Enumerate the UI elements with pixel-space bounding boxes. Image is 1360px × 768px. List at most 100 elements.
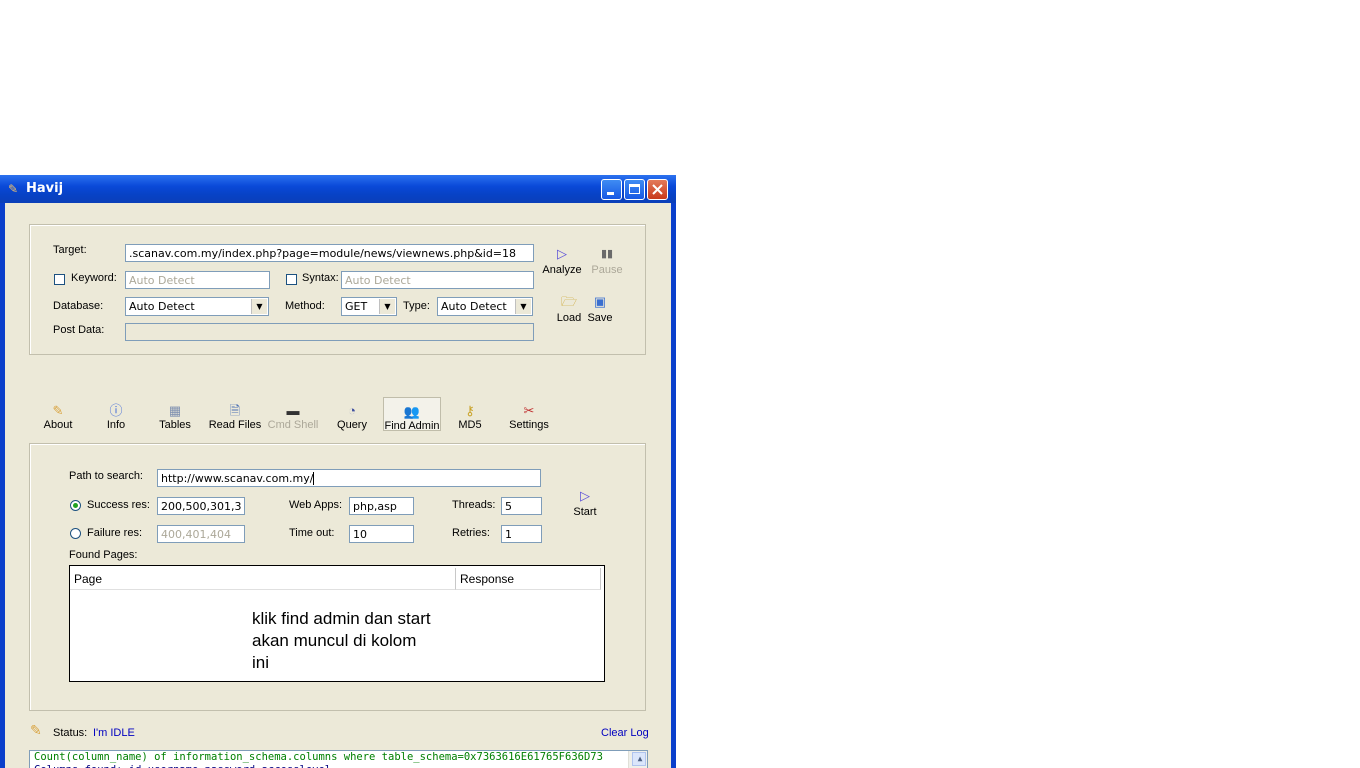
log-scrollbar[interactable]: ▲ bbox=[628, 751, 647, 768]
close-icon bbox=[652, 184, 663, 195]
havij-window: ✎ Havij Target: .scanav.com.my/index.php… bbox=[0, 175, 676, 768]
info-icon: ⓘ bbox=[109, 403, 123, 418]
carrot-app-icon: ✎ bbox=[8, 182, 19, 196]
close-button[interactable] bbox=[647, 179, 668, 200]
webapps-input[interactable]: php,asp bbox=[349, 497, 414, 515]
load-button[interactable]: 🗁 Load bbox=[552, 294, 586, 324]
carrot-icon: ✎ bbox=[52, 403, 64, 418]
tab-settings[interactable]: ✂ Settings bbox=[500, 397, 558, 431]
method-value: GET bbox=[345, 300, 368, 313]
found-pages-list[interactable]: Page Response klik find admin dan start … bbox=[69, 565, 605, 682]
keyword-checkbox[interactable] bbox=[54, 274, 65, 285]
tab-label: Tables bbox=[159, 419, 191, 431]
play-icon: ▷ bbox=[557, 246, 567, 261]
syntax-label: Syntax: bbox=[302, 272, 339, 284]
failure-input[interactable]: 400,401,404 bbox=[157, 525, 245, 543]
retries-label: Retries: bbox=[452, 527, 490, 539]
timeout-label: Time out: bbox=[289, 527, 335, 539]
table-icon: ▦ bbox=[168, 403, 182, 418]
method-label: Method: bbox=[285, 300, 325, 312]
log-line: Count(column_name) of information_schema… bbox=[34, 751, 603, 763]
chevron-down-icon: ▼ bbox=[251, 299, 267, 314]
key-icon: ⚷ bbox=[465, 403, 475, 418]
webapps-label: Web Apps: bbox=[289, 499, 342, 511]
type-value: Auto Detect bbox=[441, 300, 507, 313]
threads-label: Threads: bbox=[452, 499, 496, 511]
database-label: Database: bbox=[53, 300, 104, 312]
success-input[interactable]: 200,500,301,3 bbox=[157, 497, 245, 515]
success-label: Success res: bbox=[87, 499, 150, 511]
post-data-input[interactable] bbox=[125, 323, 534, 341]
path-value: http://www.scanav.com.my/ bbox=[161, 472, 314, 485]
scroll-up-icon[interactable]: ▲ bbox=[632, 752, 646, 766]
retries-input[interactable]: 1 bbox=[501, 525, 542, 543]
carrot-icon: ✎ bbox=[30, 722, 42, 738]
path-label: Path to search: bbox=[69, 470, 143, 482]
tab-label: Read Files bbox=[208, 419, 262, 431]
tab-label: MD5 bbox=[458, 419, 482, 431]
log-line: Columns found: id,username,password,acce… bbox=[32, 764, 647, 768]
terminal-icon: ▬ bbox=[286, 403, 300, 418]
window-title: Havij bbox=[26, 181, 64, 196]
keyword-input[interactable]: Auto Detect bbox=[125, 271, 270, 289]
title-bar[interactable]: ✎ Havij bbox=[0, 175, 676, 203]
tab-tables[interactable]: ▦ Tables bbox=[146, 397, 204, 431]
start-label: Start bbox=[573, 506, 597, 518]
pause-icon: ▮▮ bbox=[600, 248, 614, 260]
tab-md5[interactable]: ⚷ MD5 bbox=[441, 397, 499, 431]
type-label: Type: bbox=[403, 300, 430, 312]
tab-label: Info bbox=[106, 419, 126, 431]
path-input[interactable]: http://www.scanav.com.my/ bbox=[157, 469, 541, 487]
failure-label: Failure res: bbox=[87, 527, 143, 539]
database-value: Auto Detect bbox=[129, 300, 195, 313]
load-label: Load bbox=[556, 312, 582, 324]
target-label: Target: bbox=[53, 244, 87, 256]
tab-about[interactable]: ✎ About bbox=[29, 397, 87, 431]
clear-log-link[interactable]: Clear Log bbox=[601, 727, 649, 739]
chevron-down-icon: ▼ bbox=[515, 299, 531, 314]
tab-info[interactable]: ⓘ Info bbox=[87, 397, 145, 431]
tab-find-admin[interactable]: 👥 Find Admin bbox=[383, 397, 441, 432]
tab-cmd-shell[interactable]: ▬ Cmd Shell bbox=[264, 397, 322, 431]
post-data-label: Post Data: bbox=[53, 324, 105, 336]
file-icon: 🗎 bbox=[229, 403, 241, 418]
window-client: Target: .scanav.com.my/index.php?page=mo… bbox=[5, 203, 671, 768]
column-header-page[interactable]: Page bbox=[70, 568, 456, 590]
floppy-disk-icon: ▣ bbox=[593, 294, 607, 309]
admin-icon: 👥 bbox=[403, 404, 421, 419]
analyze-button[interactable]: ▷ Analyze bbox=[542, 246, 582, 276]
save-button[interactable]: ▣ Save bbox=[584, 294, 616, 324]
annotation-note: klik find admin dan start akan muncul di… bbox=[252, 608, 472, 674]
target-input[interactable]: .scanav.com.my/index.php?page=module/new… bbox=[125, 244, 534, 262]
timeout-input[interactable]: 10 bbox=[349, 525, 414, 543]
found-pages-label: Found Pages: bbox=[69, 549, 138, 561]
query-icon: ◔ bbox=[348, 403, 356, 418]
log-panel[interactable]: Count(column_name) of information_schema… bbox=[29, 750, 648, 768]
tab-label: Settings bbox=[509, 419, 549, 431]
tab-label: Query bbox=[337, 419, 367, 431]
folder-open-icon: 🗁 bbox=[561, 294, 578, 309]
failure-radio[interactable] bbox=[70, 528, 81, 539]
keyword-label: Keyword: bbox=[71, 272, 117, 284]
syntax-input[interactable]: Auto Detect bbox=[341, 271, 534, 289]
save-label: Save bbox=[587, 312, 613, 324]
success-radio[interactable] bbox=[70, 500, 81, 511]
pause-button[interactable]: ▮▮ Pause bbox=[588, 246, 626, 276]
type-select[interactable]: Auto Detect ▼ bbox=[437, 297, 533, 316]
note-line: akan muncul di kolom bbox=[252, 631, 417, 650]
tab-read-files[interactable]: 🗎 Read Files bbox=[206, 397, 264, 431]
start-button[interactable]: ▷ Start bbox=[567, 488, 603, 518]
chevron-down-icon: ▼ bbox=[379, 299, 395, 314]
column-header-response[interactable]: Response bbox=[456, 568, 601, 590]
tab-label: Cmd Shell bbox=[267, 419, 319, 431]
maximize-button[interactable] bbox=[624, 179, 645, 200]
note-line: ini bbox=[252, 653, 270, 672]
minimize-button[interactable] bbox=[601, 179, 622, 200]
syntax-checkbox[interactable] bbox=[286, 274, 297, 285]
tab-query[interactable]: ◔ Query bbox=[323, 397, 381, 431]
status-label: Status: bbox=[53, 727, 88, 739]
database-select[interactable]: Auto Detect ▼ bbox=[125, 297, 269, 316]
threads-input[interactable]: 5 bbox=[501, 497, 542, 515]
method-select[interactable]: GET ▼ bbox=[341, 297, 397, 316]
log-lines: Count(column_name) of information_schema… bbox=[30, 751, 647, 768]
